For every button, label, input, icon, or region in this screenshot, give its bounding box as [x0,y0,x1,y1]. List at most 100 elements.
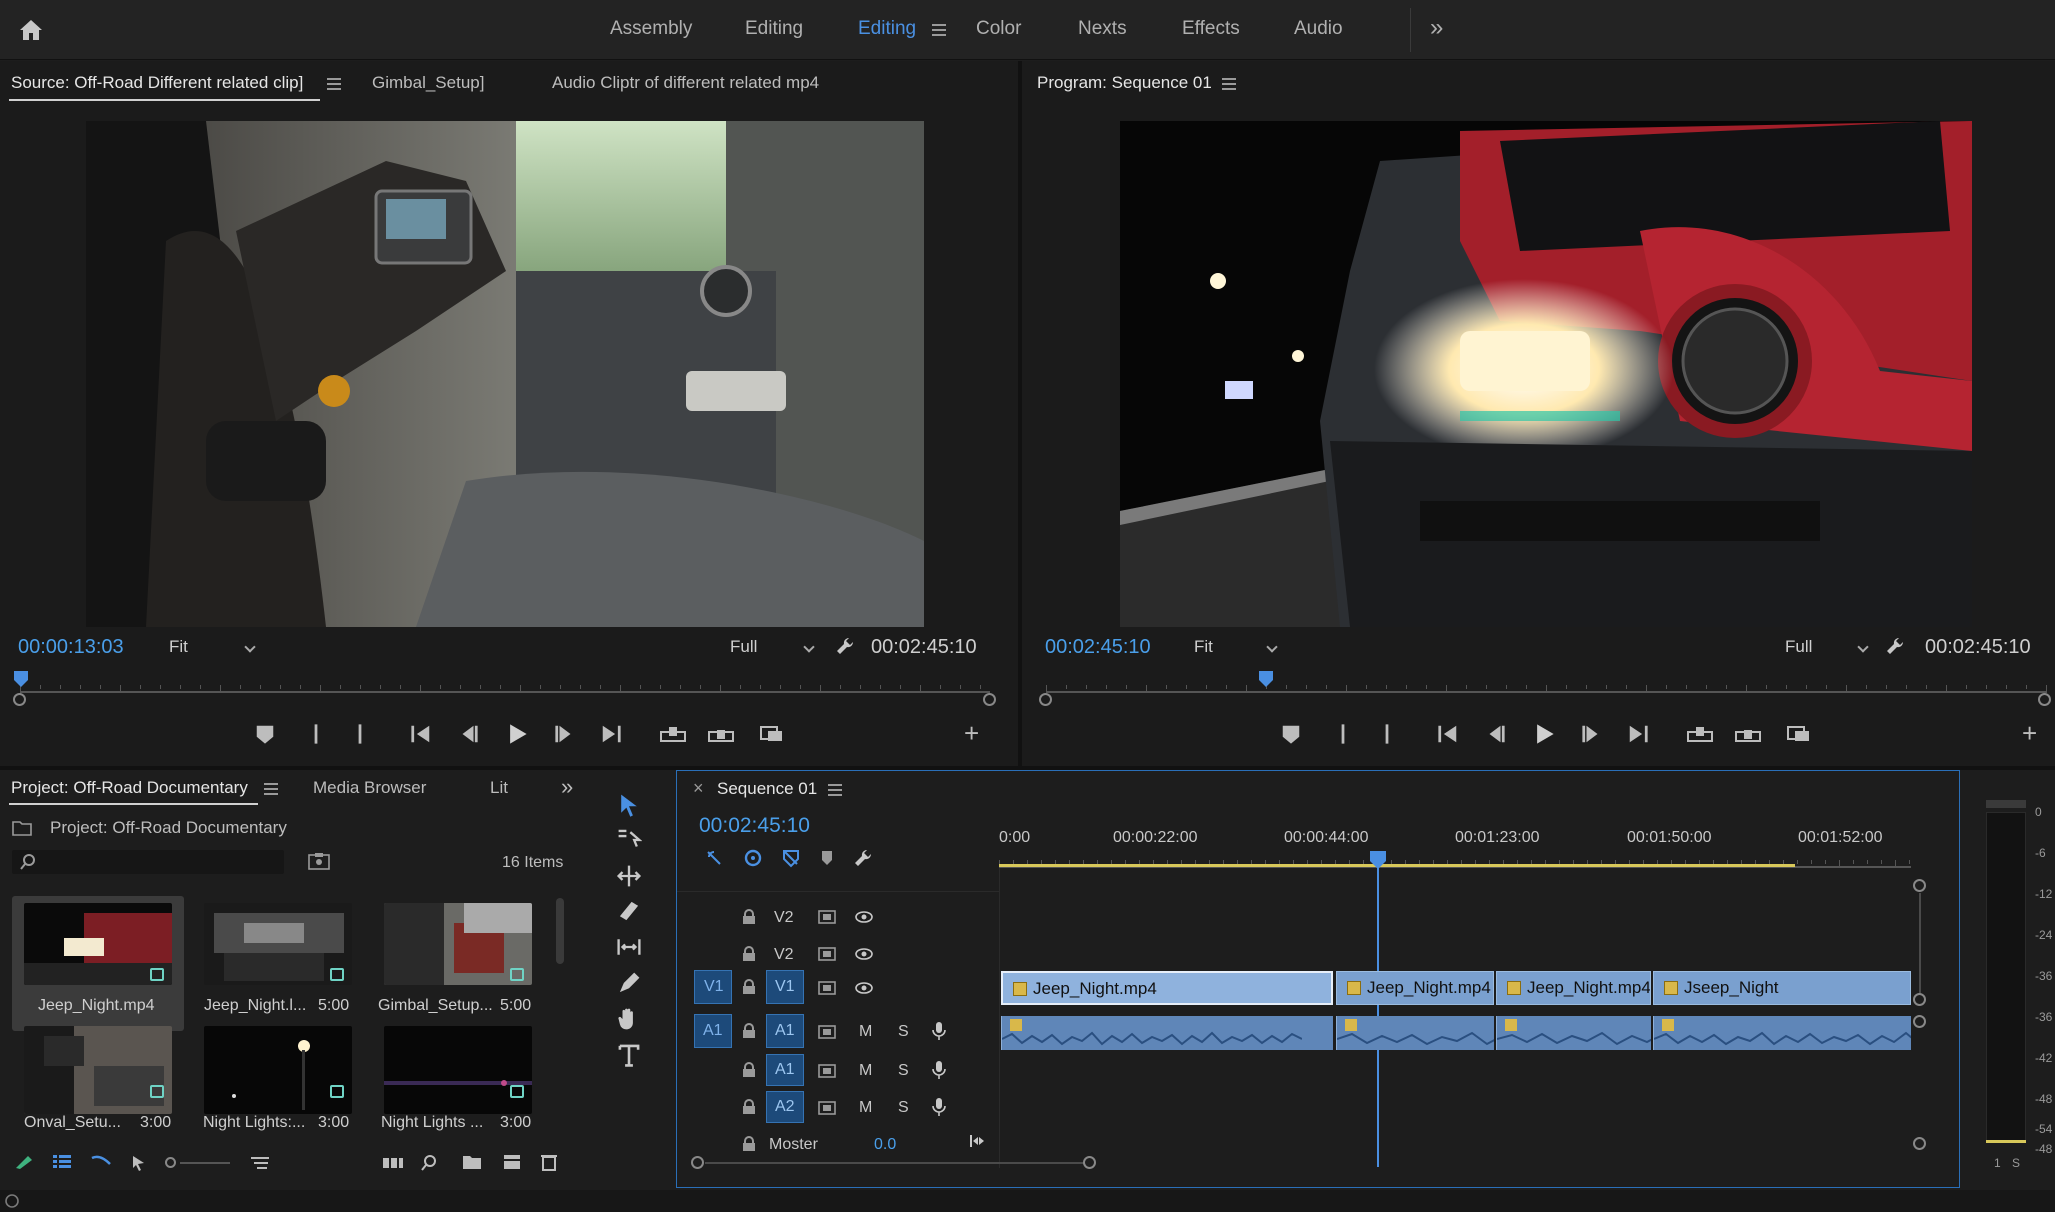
track-target-a1-b[interactable]: A1 [766,1054,804,1086]
mark-in-icon[interactable] [305,723,327,745]
timeline-zoom-handle-right[interactable] [1083,1156,1096,1169]
workspace-tab-editing-active[interactable]: Editing [858,18,916,40]
meter-solo-left[interactable]: 1 [1994,1156,2001,1170]
project-item-thumbnail-6[interactable] [384,1026,532,1114]
step-forward-icon[interactable] [554,723,576,745]
track-label-v2[interactable]: V2 [774,909,794,927]
timeline-scroll-bottom-handle[interactable] [1913,1137,1926,1150]
track-target-a2[interactable]: A2 [766,1091,804,1123]
snap-icon[interactable] [705,849,723,867]
track-target-v1[interactable]: V1 [766,970,804,1004]
mark-out-icon[interactable] [349,723,371,745]
timeline-audio-clip-a1-1[interactable] [1001,1016,1333,1050]
add-button[interactable]: + [964,718,979,749]
microphone-icon[interactable] [932,1097,946,1117]
lock-icon[interactable] [742,979,756,995]
pen-tool-icon[interactable] [616,970,642,996]
mute-button[interactable]: M [859,1023,872,1041]
track-label-v2[interactable]: V2 [774,946,794,964]
work-area-bar[interactable] [999,864,1795,867]
timeline-clip-v1-2[interactable]: Jeep_Night.mp4 [1336,971,1494,1005]
clear-icon[interactable] [540,1153,558,1171]
project-tab[interactable]: Project: Off-Road Documentary [11,778,248,798]
play-icon[interactable] [1533,723,1555,745]
sync-lock-icon[interactable] [818,910,836,924]
sync-lock-icon[interactable] [818,981,836,995]
step-back-icon[interactable] [1484,723,1506,745]
timeline-scroll-handle[interactable] [1913,1015,1926,1028]
program-timecode[interactable]: 00:02:45:10 [1045,636,1151,659]
close-sequence-button[interactable]: × [693,778,704,799]
export-frame-icon[interactable] [1787,723,1811,745]
add-marker-icon[interactable] [781,848,801,868]
sync-lock-icon[interactable] [818,1064,836,1078]
workspace-tab-editing[interactable]: Editing [745,18,803,40]
ripple-edit-tool-icon[interactable] [616,863,642,889]
program-zoom-handle-right[interactable] [2038,693,2051,706]
go-to-out-icon[interactable] [1627,723,1649,745]
eye-icon[interactable] [855,947,873,961]
add-button[interactable]: + [2022,718,2037,749]
go-to-end-icon[interactable] [969,1133,985,1149]
project-item-thumbnail-4[interactable] [24,1026,172,1114]
timeline-zoom-handle-left[interactable] [691,1156,704,1169]
meter-solo-right[interactable]: S [2012,1156,2020,1170]
timeline-settings-wrench-icon[interactable] [853,848,873,868]
sync-lock-icon[interactable] [818,947,836,961]
insert-icon[interactable] [660,723,686,745]
mark-in-icon[interactable] [1332,723,1354,745]
lock-icon[interactable] [742,909,756,925]
timeline-zoom-bar[interactable] [705,1162,1085,1164]
microphone-icon[interactable] [932,1021,946,1041]
new-item-icon[interactable] [502,1154,522,1170]
program-quality-dropdown[interactable]: Full [1785,637,1869,657]
mute-button[interactable]: M [859,1099,872,1117]
workspace-tab-audio[interactable]: Audio [1294,18,1343,40]
zoom-slider-track[interactable] [180,1162,230,1164]
solo-button[interactable]: S [898,1023,909,1041]
lock-icon[interactable] [742,1136,756,1152]
linked-selection-icon[interactable] [743,848,763,868]
razor-tool-icon[interactable] [616,898,642,924]
workspace-tab-color[interactable]: Color [976,18,1021,40]
more-panels-button[interactable]: » [561,774,573,800]
program-playhead[interactable] [1259,671,1273,687]
sort-options-icon[interactable] [250,1154,270,1170]
timeline-scroll-top-handle[interactable] [1913,879,1926,892]
pencil-icon[interactable] [14,1154,34,1170]
microphone-icon[interactable] [932,1060,946,1080]
go-to-in-icon[interactable] [410,723,432,745]
source-panel-menu-icon[interactable] [327,78,341,90]
list-view-icon[interactable] [52,1154,72,1170]
sync-lock-icon[interactable] [818,1101,836,1115]
source-quality-dropdown[interactable]: Full [730,637,815,657]
sort-icon[interactable] [130,1154,148,1172]
step-back-icon[interactable] [457,723,479,745]
media-browser-tab[interactable]: Media Browser [313,778,426,798]
more-workspaces-button[interactable]: » [1430,14,1443,42]
workspace-menu-icon[interactable] [932,24,946,36]
lock-icon[interactable] [742,1099,756,1115]
wrench-icon[interactable] [1885,635,1905,657]
source-patch-v1[interactable]: V1 [694,970,732,1004]
sequence-panel-menu-icon[interactable] [828,784,842,796]
source-tab[interactable]: Source: Off-Road Different related clip] [11,73,303,93]
play-icon[interactable] [506,723,528,745]
lock-icon[interactable] [742,1062,756,1078]
sequence-tab[interactable]: Sequence 01 [717,779,817,799]
lift-icon[interactable] [1687,723,1713,745]
source-playhead[interactable] [14,671,28,687]
track-select-tool-icon[interactable] [616,827,642,853]
mark-out-icon[interactable] [1376,723,1398,745]
source-patch-a1[interactable]: A1 [694,1014,732,1048]
source-zoom-handle-left[interactable] [13,693,26,706]
project-search-input[interactable] [12,850,284,874]
program-panel-menu-icon[interactable] [1222,78,1236,90]
master-volume-value[interactable]: 0.0 [874,1136,896,1154]
add-marker-icon[interactable] [254,723,276,745]
program-timeline-ruler[interactable] [1046,685,2047,693]
source-fit-dropdown[interactable]: Fit [169,637,256,657]
type-tool-icon[interactable] [616,1042,642,1068]
freeform-view-icon[interactable] [90,1154,112,1170]
sync-lock-icon[interactable] [818,1025,836,1039]
